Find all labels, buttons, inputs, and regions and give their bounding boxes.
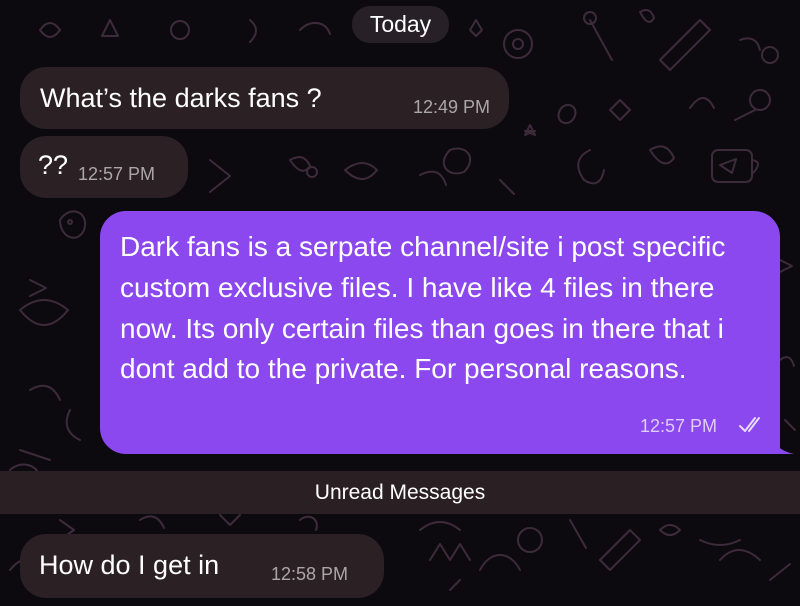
message-text: ?? bbox=[38, 150, 69, 180]
message-bubble-incoming[interactable]: What’s the darks fans ? 12:49 PM bbox=[20, 67, 509, 129]
message-bubble-outgoing[interactable]: Dark fans is a serpate channel/site i po… bbox=[100, 211, 794, 454]
message-text: How do I get in bbox=[39, 550, 220, 580]
unread-messages-divider: Unread Messages bbox=[0, 471, 800, 514]
message-time: 12:49 PM bbox=[413, 97, 491, 117]
message-time: 12:57 PM bbox=[640, 416, 718, 436]
bubble-tail bbox=[770, 432, 794, 454]
chat-view: Today What’s the darks fans ? 12:49 PM ?… bbox=[0, 0, 800, 606]
date-divider: Today bbox=[352, 6, 449, 43]
double-check-icon bbox=[739, 417, 760, 432]
message-text: What’s the darks fans ? bbox=[40, 83, 322, 113]
message-time: 12:58 PM bbox=[271, 564, 349, 584]
message-time: 12:57 PM bbox=[78, 164, 156, 184]
message-bubble-incoming[interactable]: ?? 12:57 PM bbox=[20, 136, 188, 198]
message-bubble-incoming[interactable]: How do I get in 12:58 PM bbox=[20, 534, 384, 598]
message-text: Dark fans is a serpate channel/site i po… bbox=[120, 231, 726, 385]
